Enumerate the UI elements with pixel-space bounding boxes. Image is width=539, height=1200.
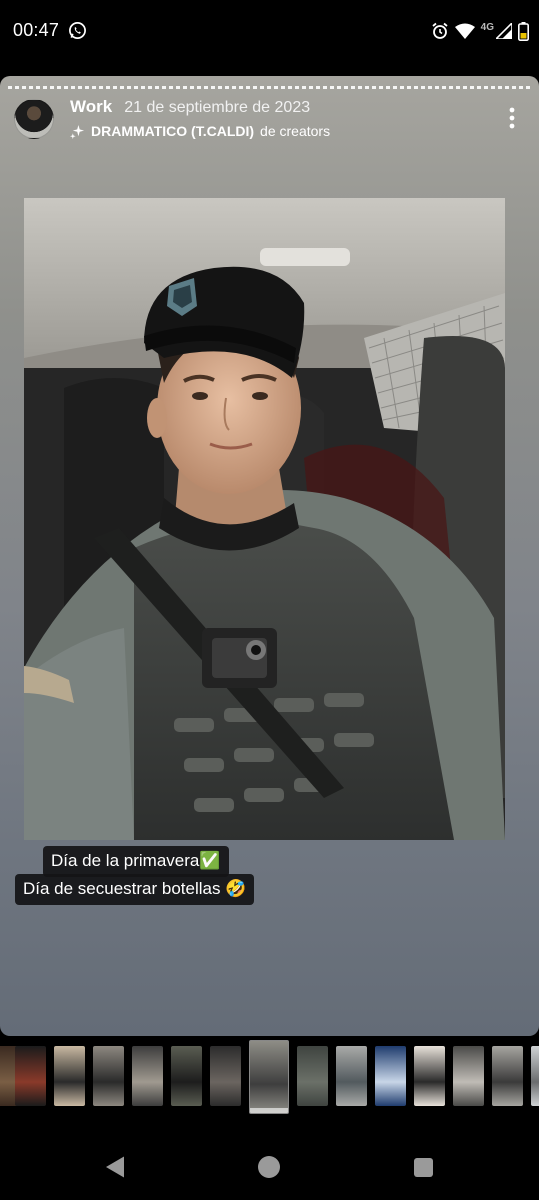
story-thumbnail[interactable]: [171, 1046, 202, 1106]
story-username[interactable]: Work: [70, 97, 112, 117]
story-thumbnail[interactable]: [132, 1046, 163, 1106]
story-progress-bar: [8, 86, 531, 89]
signal-icon: [496, 23, 512, 39]
story-thumbnail-active[interactable]: [249, 1040, 289, 1114]
more-options-icon[interactable]: [509, 107, 515, 129]
story-thumbnail[interactable]: [15, 1046, 46, 1106]
story-caption-2: Día de secuestrar botellas 🤣: [15, 874, 255, 906]
music-attribution[interactable]: DRAMMATICO (T.CALDI) de creators: [70, 123, 330, 139]
back-icon[interactable]: [104, 1155, 126, 1179]
story-thumbnail[interactable]: [210, 1046, 241, 1106]
story-photo: [24, 198, 505, 840]
story-thumbnail-strip[interactable]: [0, 1040, 539, 1116]
network-label: 4G: [480, 21, 494, 33]
music-artist: de creators: [260, 123, 331, 139]
status-time: 00:47: [13, 20, 60, 40]
home-icon[interactable]: [258, 1156, 280, 1178]
music-title: DRAMMATICO (T.CALDI): [91, 123, 255, 139]
story-thumbnail[interactable]: [54, 1046, 85, 1106]
status-icons: 4G: [431, 21, 529, 41]
story-viewer[interactable]: Work 21 de septiembre de 2023 DRAMMATICO…: [0, 76, 539, 1036]
whatsapp-icon: [69, 22, 86, 39]
avatar[interactable]: [14, 99, 54, 139]
alarm-icon: [432, 22, 448, 39]
story-thumbnail[interactable]: [414, 1046, 445, 1106]
story-thumbnail[interactable]: [336, 1046, 367, 1106]
story-date: 21 de septiembre de 2023: [124, 99, 311, 116]
sparkle-icon: [70, 124, 85, 139]
story-thumbnail[interactable]: [492, 1046, 523, 1106]
wifi-icon: [454, 23, 475, 39]
story-caption-1: Día de la primavera✅: [43, 846, 229, 878]
story-thumbnail[interactable]: [531, 1046, 539, 1106]
status-bar: 00:47 4G: [0, 0, 539, 52]
story-thumbnail[interactable]: [453, 1046, 484, 1106]
story-thumbnail[interactable]: [93, 1046, 124, 1106]
recents-icon[interactable]: [414, 1158, 433, 1177]
story-header: Work 21 de septiembre de 2023: [70, 97, 310, 117]
navigation-bar: [0, 1116, 539, 1200]
story-thumbnail[interactable]: [297, 1046, 328, 1106]
battery-icon: [518, 21, 529, 41]
story-thumbnail[interactable]: [375, 1046, 406, 1106]
